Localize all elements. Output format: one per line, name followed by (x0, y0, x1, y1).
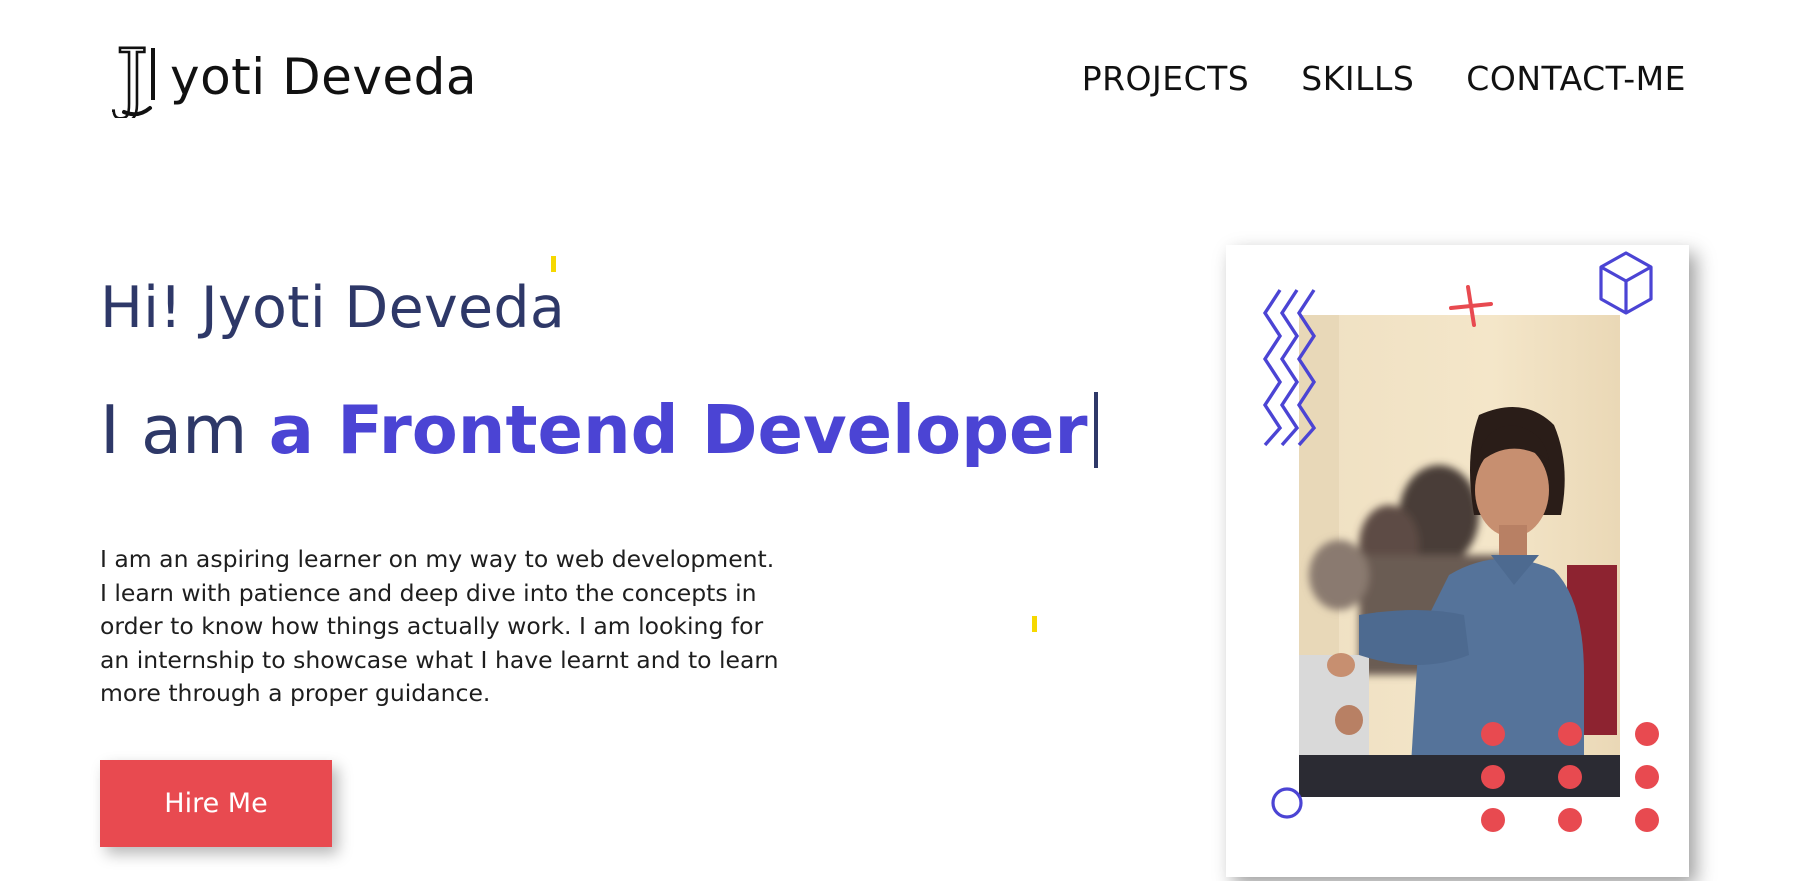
dot (1481, 765, 1505, 789)
bio-line: an internship to showcase what I have le… (100, 645, 779, 674)
dot (1558, 722, 1582, 746)
bio-line: more through a proper guidance. (100, 679, 491, 707)
dot (1635, 765, 1659, 789)
sparkle-icon (551, 256, 556, 272)
role-highlight: a Frontend Developer (268, 391, 1088, 469)
logo-initial: J (112, 38, 148, 118)
dot (1481, 722, 1505, 746)
typing-cursor (1093, 392, 1098, 469)
bio-line: order to know how things actually work. … (100, 612, 764, 640)
nav-projects[interactable]: PROJECTS (1082, 55, 1250, 103)
sparkle-icon (1032, 616, 1037, 632)
nav-skills[interactable]: SKILLS (1301, 55, 1414, 103)
zigzag-icon (1262, 289, 1317, 447)
cube-icon (1599, 251, 1653, 315)
hire-me-button[interactable]: Hire Me (100, 760, 332, 847)
site-logo[interactable]: J yoti Deveda (112, 38, 477, 118)
dot (1558, 765, 1582, 789)
logo-j-mark-icon: J (112, 38, 155, 118)
bio-line: I learn with patience and deep dive into… (100, 578, 757, 607)
nav-contact-me[interactable]: CONTACT-ME (1466, 55, 1686, 103)
dot (1558, 808, 1582, 832)
role-lead: I am (100, 391, 269, 469)
circle-outline-icon (1271, 787, 1303, 819)
hero-bio: I am an aspiring learner on my way to we… (100, 543, 820, 711)
dot (1481, 808, 1505, 832)
main-nav: PROJECTS SKILLS CONTACT-ME (1082, 55, 1686, 103)
portrait-card (1226, 245, 1689, 877)
dot (1635, 808, 1659, 832)
hero-greeting: Hi! Jyoti Deveda (100, 275, 566, 341)
plus-icon (1449, 285, 1493, 327)
dot (1635, 722, 1659, 746)
logo-text: yoti Deveda (170, 48, 478, 106)
hero-role-line: I am a Frontend Developer (100, 388, 1098, 472)
bio-line: I am an aspiring learner on my way to we… (100, 545, 775, 573)
